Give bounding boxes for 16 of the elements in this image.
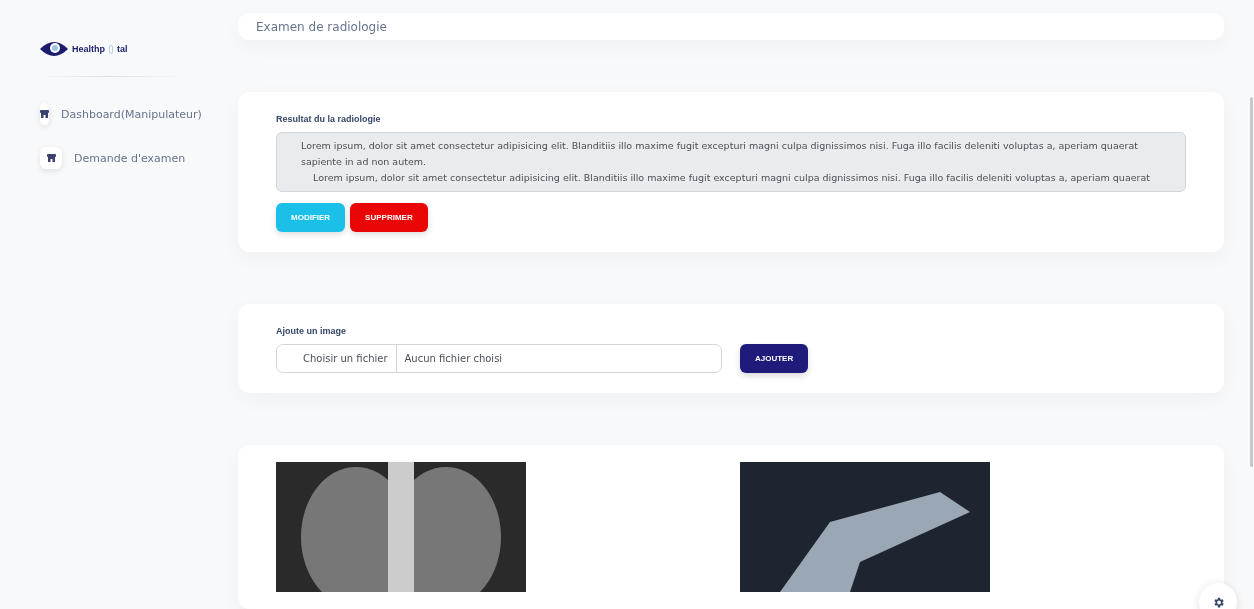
logo-text: Healthp	[72, 44, 105, 54]
logo-text: tal	[117, 44, 128, 54]
store-icon	[46, 154, 56, 162]
file-input[interactable]: Choisir un fichier Aucun fichier choisi	[276, 344, 722, 373]
result-text-area[interactable]: Lorem ipsum, dolor sit amet consectetur adipisicing elit. Blanditiis illo maxime fugit excepturi magni culpa dignissimos nisi. Fuga illo facilis deleniti voluptas a, aperiam quaerat sapiente in ad non autem. Lorem ipsum, dolor sit amet consectetur adipisicing elit. Blanditiis illo maxime fugit excepturi magni culpa dignissimos nisi. Fuga illo facilis deleniti voluptas a, aperiam quaerat	[276, 132, 1186, 192]
store-icon	[40, 110, 49, 118]
sidebar-item[interactable]: Dashboard(Manipulateur)	[16, 97, 225, 131]
sidebar-item[interactable]: Demande d'examen	[16, 141, 225, 175]
field-label: Resultat du la radiologie	[276, 114, 382, 124]
field-label: Ajoute un image	[276, 326, 347, 336]
eye-logo-icon	[40, 41, 68, 57]
capsule-icon	[109, 44, 113, 54]
page-title: Examen de radiologie	[238, 13, 1224, 40]
add-button[interactable]: AJOUTER	[740, 344, 809, 373]
delete-button[interactable]: SUPPRIMER	[350, 203, 428, 232]
scrollbar[interactable]	[1250, 97, 1253, 467]
